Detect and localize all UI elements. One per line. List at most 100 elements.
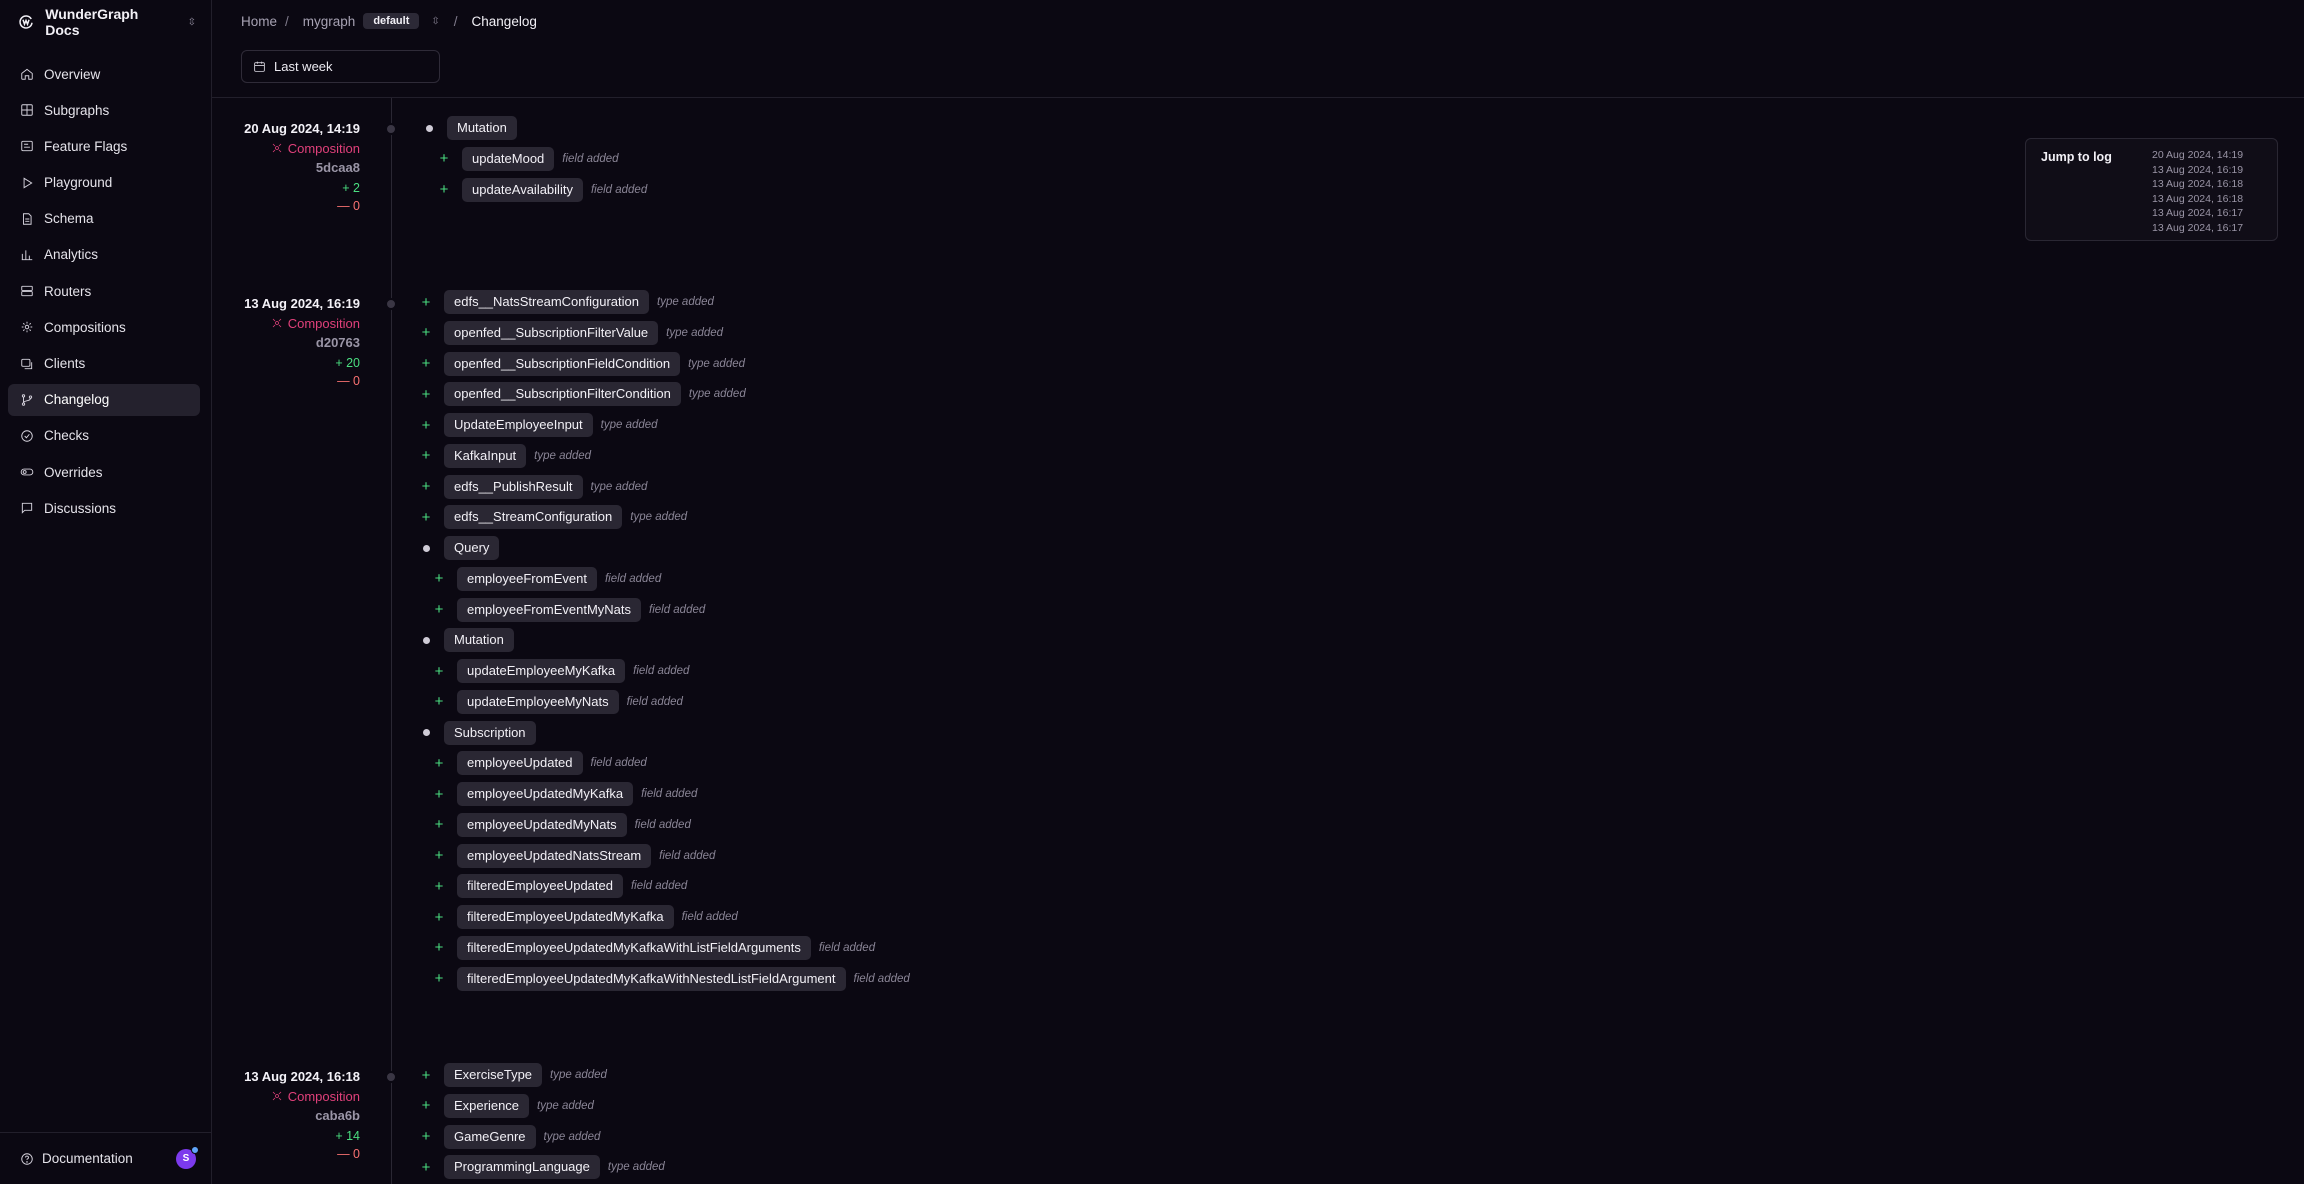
dot-icon — [418, 729, 434, 736]
chevron-up-down-icon[interactable]: ⇳ — [431, 16, 439, 27]
plus-icon: + — [434, 908, 444, 926]
plus-icon: + — [421, 416, 431, 434]
schema-element-chip: Mutation — [447, 116, 517, 140]
change-kind: field added — [659, 849, 716, 862]
sidebar-item-analytics[interactable]: Analytics — [8, 239, 200, 271]
change-kind: field added — [633, 665, 690, 677]
sidebar-item-label: Routers — [44, 283, 92, 299]
entry-type-label: Composition — [287, 315, 360, 331]
sidebar-item-routers[interactable]: Routers — [8, 275, 200, 307]
home-icon — [20, 67, 34, 81]
schema-element-chip: filteredEmployeeUpdatedMyKafkaWithListFi… — [457, 935, 811, 960]
entry-hash[interactable]: caba6b — [212, 1105, 360, 1127]
calendar-icon — [254, 61, 265, 72]
change-row: + ExerciseType type added — [418, 1063, 607, 1087]
breadcrumb-home[interactable]: Home — [241, 14, 277, 29]
schema-element-chip: employeeFromEvent — [457, 566, 597, 591]
jump-to-log-item[interactable]: 13 Aug 2024, 16:17 — [2152, 221, 2243, 236]
change-kind: field added — [590, 183, 648, 196]
sidebar-item-schema[interactable]: Schema — [8, 203, 200, 235]
entry-date: 13 Aug 2024, 16:18 — [244, 1069, 360, 1084]
avatar[interactable]: S — [176, 1145, 199, 1169]
entry-type-label: Composition — [287, 1088, 360, 1104]
change-row: Query — [418, 536, 500, 560]
composition-icon — [272, 143, 282, 153]
change-row: + edfs__NatsStreamConfiguration type added — [418, 290, 714, 314]
change-row: Subscription — [418, 720, 536, 745]
change-kind: type added — [666, 326, 724, 339]
documentation-link[interactable]: Documentation — [20, 1151, 133, 1166]
change-row: + edfs__StreamConfiguration type added — [418, 505, 687, 530]
entry-hash[interactable]: d20763 — [212, 332, 360, 354]
plus-icon: + — [434, 877, 444, 895]
change-kind: type added — [657, 296, 714, 308]
plus-icon: + — [434, 785, 444, 803]
schema-element-chip: Subscription — [444, 720, 536, 745]
entry-type: Composition — [212, 314, 360, 332]
sidebar-item-label: Subgraphs — [44, 102, 110, 118]
sidebar-item-discussions[interactable]: Discussions — [8, 492, 200, 524]
breadcrumb-separator: / — [285, 13, 289, 29]
change-kind: field added — [604, 572, 662, 585]
schema-element-chip: updateMood — [462, 146, 555, 171]
change-kind: type added — [537, 1099, 594, 1112]
entry-hash[interactable]: 5dcaa8 — [212, 157, 360, 179]
plus-icon: + — [434, 939, 444, 957]
entry-date: 20 Aug 2024, 14:19 — [244, 121, 360, 136]
breadcrumb-graph[interactable]: mygraph — [303, 14, 356, 29]
jump-to-log-item[interactable]: 13 Aug 2024, 16:17 — [2152, 206, 2243, 221]
change-row: + updateEmployeeMyNats field added — [431, 689, 683, 714]
change-kind: field added — [634, 818, 691, 831]
sidebar-item-compositions[interactable]: Compositions — [8, 311, 200, 343]
breadcrumb: Home / mygraph default ⇳ / Changelog — [241, 11, 537, 31]
sidebar-item-label: Overview — [44, 66, 101, 82]
page-header: Home / mygraph default ⇳ / Changelog Las… — [212, 0, 2304, 98]
change-row: Mutation — [421, 116, 517, 140]
date-range-picker[interactable]: Last week — [241, 50, 440, 83]
entry-added-count: + 20 — [335, 356, 360, 370]
change-kind: field added — [681, 911, 738, 923]
sidebar-item-label: Compositions — [44, 319, 126, 335]
jump-to-log-item[interactable]: 13 Aug 2024, 16:19 — [2152, 163, 2243, 178]
change-kind: field added — [630, 880, 688, 893]
schema-element-chip: employeeUpdatedMyKafka — [457, 782, 634, 806]
change-kind: field added — [641, 788, 698, 800]
jump-to-log-item[interactable]: 13 Aug 2024, 16:18 — [2152, 177, 2243, 192]
change-row: + updateMood field added — [436, 146, 619, 171]
sidebar-item-subgraphs[interactable]: Subgraphs — [8, 94, 200, 126]
breadcrumb-separator: / — [453, 13, 458, 29]
jump-to-log-item[interactable]: 20 Aug 2024, 14:19 — [2152, 148, 2243, 163]
change-kind: field added — [853, 972, 910, 985]
play-icon — [20, 176, 34, 190]
schema-element-chip: filteredEmployeeUpdatedMyKafka — [457, 905, 674, 929]
jump-to-log-item[interactable]: 13 Aug 2024, 16:18 — [2152, 192, 2243, 207]
entry-type: Composition — [212, 139, 360, 157]
schema-element-chip: edfs__NatsStreamConfiguration — [444, 290, 649, 314]
change-kind: type added — [688, 357, 746, 370]
sidebar-item-playground[interactable]: Playground — [8, 167, 200, 199]
documentation-label: Documentation — [42, 1151, 133, 1166]
plus-icon: + — [434, 570, 444, 588]
schema-element-chip: Mutation — [444, 628, 514, 653]
timeline-dot — [385, 123, 397, 135]
feature-flag-icon — [20, 139, 34, 153]
sidebar-item-overview[interactable]: Overview — [8, 58, 200, 90]
sidebar-item-overrides[interactable]: Overrides — [8, 456, 200, 488]
sidebar-item-feature-flags[interactable]: Feature Flags — [8, 130, 200, 162]
sidebar-item-clients[interactable]: Clients — [8, 348, 200, 380]
org-switcher[interactable]: WunderGraph Docs ⇳ — [16, 6, 196, 38]
change-row: + UpdateEmployeeInput type added — [418, 413, 658, 437]
change-row: + Experience type added — [418, 1093, 594, 1118]
sidebar-item-checks[interactable]: Checks — [8, 420, 200, 452]
timeline-dot — [385, 1071, 397, 1083]
toggle-icon — [20, 465, 34, 479]
sidebar-item-changelog[interactable]: Changelog — [8, 383, 200, 416]
notification-dot — [191, 1145, 199, 1154]
dot-icon — [418, 636, 434, 644]
schema-element-chip: edfs__StreamConfiguration — [444, 505, 623, 530]
plus-icon: + — [421, 1066, 431, 1084]
plus-icon: + — [434, 754, 444, 772]
change-kind: field added — [649, 603, 706, 616]
sidebar: WunderGraph Docs ⇳ Overview Subgraphs Feat… — [0, 0, 212, 1184]
schema-element-chip: openfed__SubscriptionFilterValue — [444, 320, 659, 345]
